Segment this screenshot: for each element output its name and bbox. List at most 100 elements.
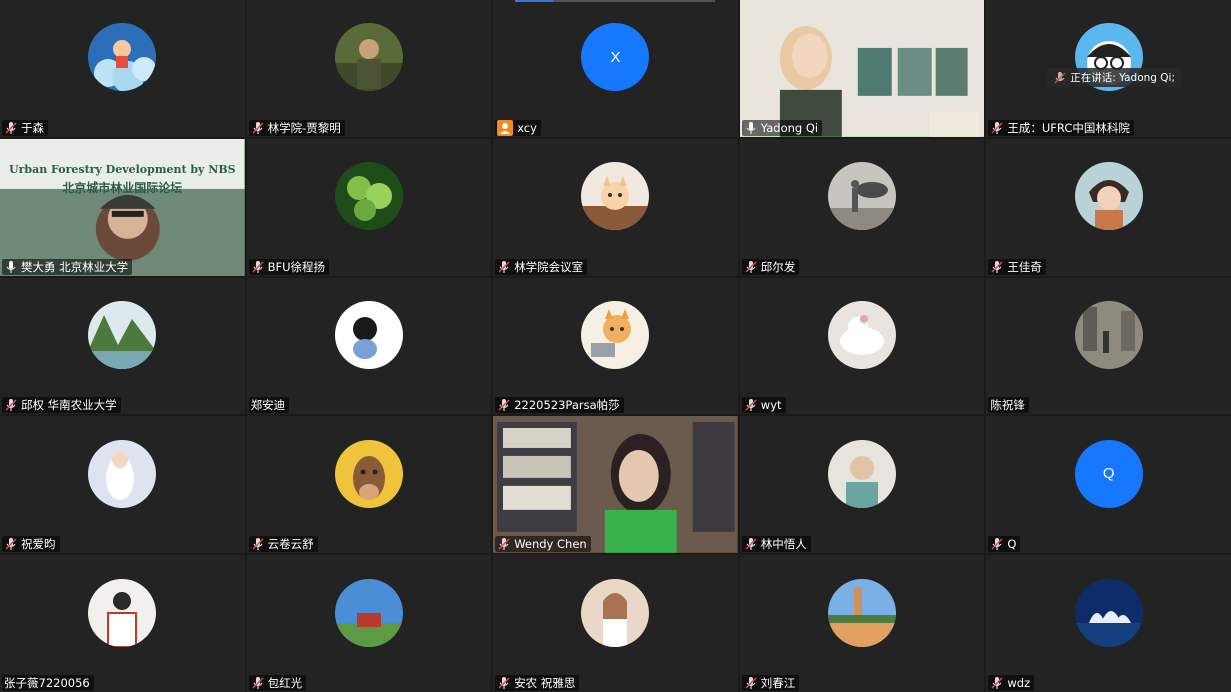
participant-name-tag: 陈祝锋: [988, 397, 1029, 414]
participant-name-tag: 张子薇7220056: [2, 675, 94, 691]
speaking-indicator-text: 正在讲话: Yadong Qi;: [1070, 72, 1175, 84]
participant-name: xcy: [517, 120, 537, 135]
mic-icon: [1053, 71, 1067, 85]
opera-house-night-avatar: [1074, 578, 1143, 647]
mic-on-icon: [4, 260, 18, 274]
mic-muted-icon: [744, 260, 758, 274]
participant-name-tag: Wendy Chen: [495, 536, 591, 553]
anime-boy-avatar: [1074, 162, 1143, 231]
cat-laptop-avatar: [581, 301, 650, 370]
participant-name: 郑安迪: [250, 398, 286, 413]
letter-avatar: X: [581, 23, 650, 92]
participant-name-tag: 安农 祝雅思: [495, 675, 580, 691]
participant-tile[interactable]: 陈祝锋: [986, 277, 1231, 415]
participant-tile[interactable]: 云卷云舒: [246, 416, 492, 554]
participant-name: 樊大勇 北京林业大学: [21, 259, 129, 274]
mic-muted-icon: [744, 537, 758, 551]
participant-tile[interactable]: 邱尔发: [739, 138, 985, 276]
letter-avatar: Q: [1074, 439, 1143, 508]
man-portrait-avatar: [828, 439, 897, 508]
participant-name-tag: 2220523Parsa帕莎: [495, 397, 624, 414]
participant-name-tag: 邱权 华南农业大学: [2, 397, 121, 414]
participant-tile[interactable]: 王佳奇: [986, 138, 1231, 276]
participant-name-tag: 云卷云舒: [248, 536, 318, 553]
participant-tile[interactable]: 于森: [0, 0, 245, 137]
participant-tile[interactable]: Yadong Qi: [739, 0, 985, 137]
participant-tile[interactable]: 林中悟人: [739, 416, 985, 554]
woman-bookshelf-video: [493, 416, 738, 554]
mic-muted-icon: [251, 537, 265, 551]
participant-name: BFU徐程扬: [267, 259, 326, 274]
participant-name: 邱尔发: [760, 259, 796, 274]
participant-tile[interactable]: 祝爱昀: [0, 416, 245, 554]
participant-tile[interactable]: 林学院-贾黎明: [246, 0, 492, 137]
mic-muted-icon: [4, 537, 18, 551]
participant-name-tag: 邱尔发: [741, 258, 800, 275]
mic-muted-icon: [990, 260, 1004, 274]
person-tshirt-avatar: [88, 578, 157, 647]
participant-name: 王成：UFRC中国林科院: [1007, 120, 1130, 135]
participant-tile[interactable]: 张子薇7220056: [0, 555, 245, 692]
participant-name: 林学院会议室: [514, 259, 584, 274]
participant-name: wdz: [1007, 676, 1031, 690]
mic-muted-icon: [497, 260, 511, 274]
participant-tile[interactable]: wdz: [986, 555, 1231, 692]
mic-muted-icon: [497, 676, 511, 690]
mic-muted-icon: [4, 121, 18, 135]
participant-name: 包红光: [267, 676, 303, 690]
participant-tile[interactable]: 林学院会议室: [493, 138, 738, 276]
participant-tile[interactable]: wyt: [739, 277, 985, 415]
participant-name: Yadong Qi: [760, 120, 819, 135]
participant-name-tag: 林中悟人: [741, 536, 811, 553]
street-photo-avatar: [1074, 301, 1143, 370]
green-leaves-avatar: [334, 162, 403, 231]
participant-name-tag: 林学院-贾黎明: [248, 119, 345, 136]
mic-muted-icon: [990, 537, 1004, 551]
mic-muted-icon: [990, 676, 1004, 690]
participant-name: Wendy Chen: [514, 537, 587, 552]
participant-tile[interactable]: QQ: [986, 416, 1231, 554]
mic-muted-icon: [497, 537, 511, 551]
participant-name: 祝爱昀: [21, 537, 56, 552]
participant-tile[interactable]: Wendy Chen: [493, 416, 738, 554]
white-cat-avatar: [828, 301, 897, 370]
participant-name-tag: Q: [988, 536, 1021, 553]
participant-name-tag: BFU徐程扬: [248, 258, 330, 275]
participant-tile[interactable]: Urban Forestry Development by NBS 北京城市林业国…: [0, 138, 245, 276]
participant-name-tag: Yadong Qi: [741, 119, 823, 136]
participant-tile[interactable]: BFU徐程扬: [246, 138, 492, 276]
mic-muted-icon: [4, 398, 18, 412]
participant-name-tag: 王佳奇: [988, 258, 1046, 275]
participant-name-tag: 林学院会议室: [495, 258, 588, 275]
cartoon-horse-avatar: [334, 439, 403, 508]
woman-photo-avatar: [581, 578, 650, 647]
participant-tile[interactable]: 郑安迪: [246, 277, 492, 415]
participant-name: 林学院-贾黎明: [267, 120, 341, 135]
participant-tile[interactable]: 安农 祝雅思: [493, 555, 738, 692]
participant-tile[interactable]: 包红光: [246, 555, 492, 692]
participant-name: 于森: [21, 120, 44, 135]
participant-tile[interactable]: 2220523Parsa帕莎: [493, 277, 738, 415]
cartoon-boy-clouds-avatar: [88, 23, 157, 92]
participant-name-tag: 刘春江: [741, 675, 800, 691]
participant-tile[interactable]: 邱权 华南农业大学: [0, 277, 245, 415]
participant-name: 刘春江: [760, 676, 796, 690]
participant-name-tag: wdz: [988, 675, 1035, 691]
share-toolbar-strip[interactable]: [515, 0, 715, 2]
participant-name: Q: [1007, 537, 1017, 552]
participant-tile[interactable]: Xxcy: [493, 0, 738, 137]
mic-muted-icon: [497, 398, 511, 412]
participant-name-tag: 王成：UFRC中国林科院: [988, 119, 1134, 136]
participant-name: 2220523Parsa帕莎: [514, 398, 620, 413]
participant-name: 安农 祝雅思: [514, 676, 576, 690]
mic-muted-icon: [251, 676, 265, 690]
kitten-avatar: [581, 162, 650, 231]
participant-name-tag: xcy: [495, 119, 541, 136]
mic-muted-icon: [744, 676, 758, 690]
mic-muted-icon: [744, 398, 758, 412]
man-outdoor-photo-avatar: [334, 23, 403, 92]
banner-title-cn: 北京城市林业国际论坛: [62, 180, 183, 195]
participant-tile[interactable]: 刘春江: [739, 555, 985, 692]
participant-name-tag: 樊大勇 北京林业大学: [2, 258, 133, 275]
woman-home-video: [739, 0, 985, 137]
